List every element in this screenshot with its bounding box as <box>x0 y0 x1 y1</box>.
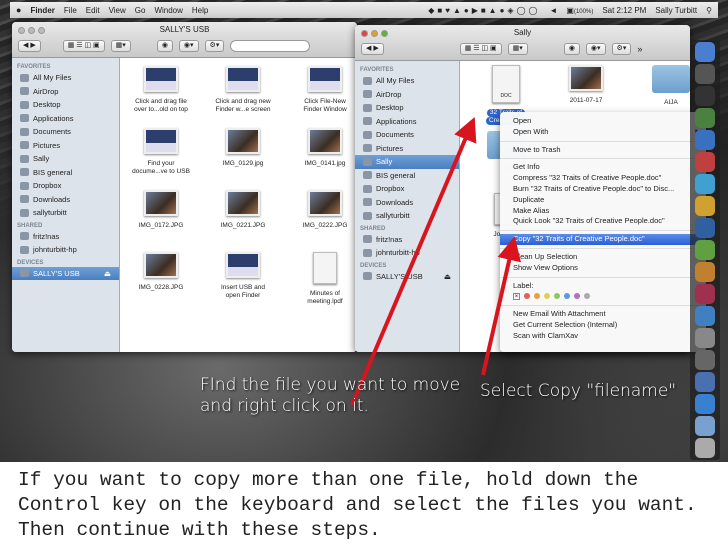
arrow-to-copy <box>481 236 522 376</box>
arrow-to-file <box>350 116 477 406</box>
caption-find-file: FInd the file you want to move and right… <box>200 375 460 417</box>
caption-line: FInd the file you want to move <box>200 375 461 395</box>
caption-select-copy: Select Copy "filename" <box>480 381 677 401</box>
caption-line: and right click on it. <box>200 396 369 416</box>
instruction-text: If you want to copy more than one file, … <box>18 469 697 541</box>
